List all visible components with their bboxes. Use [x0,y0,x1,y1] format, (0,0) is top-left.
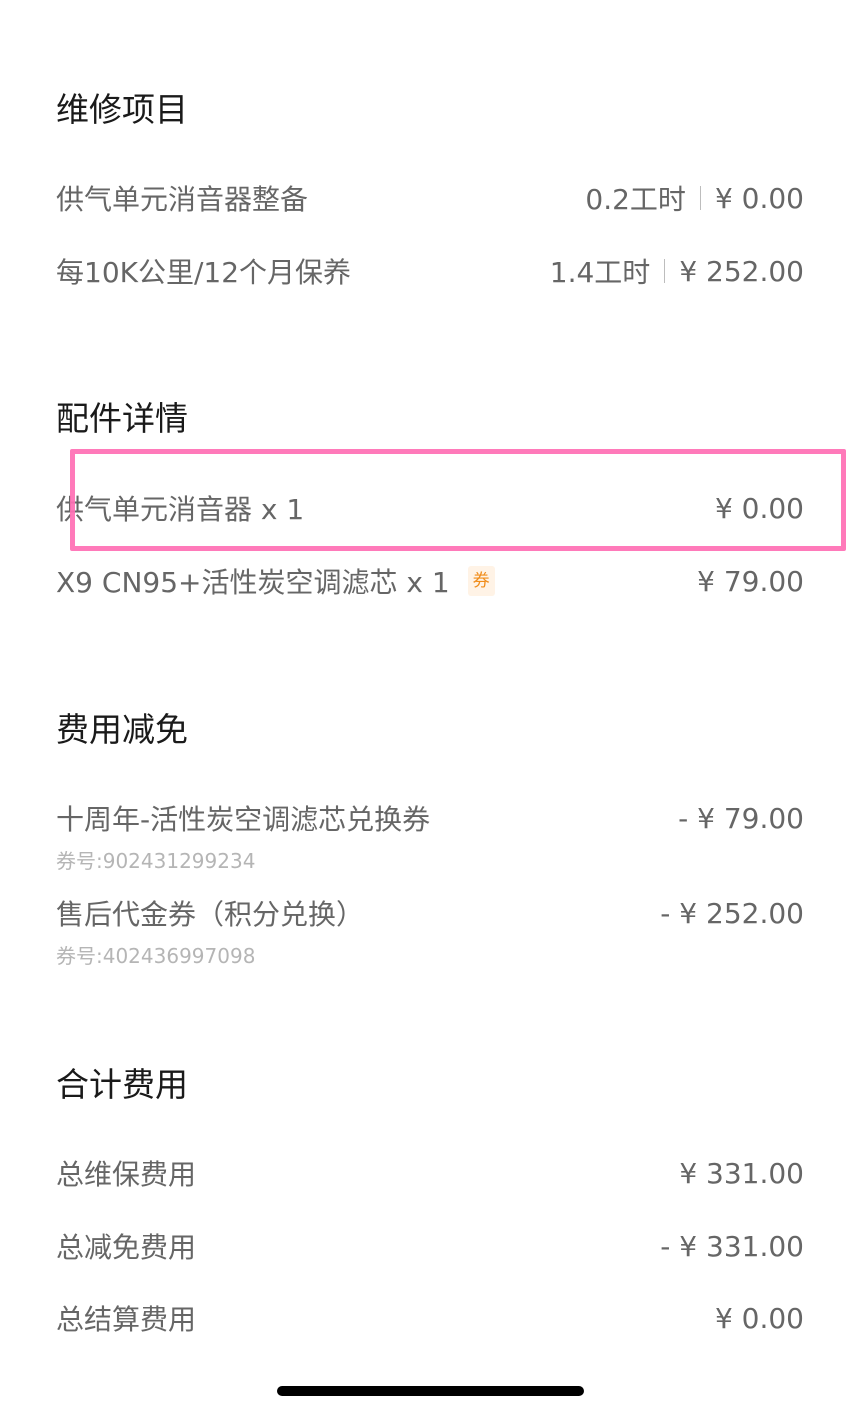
discount-item-code: 券号:402436997098 [56,944,256,968]
total-label: 总维保费用 [56,1158,197,1191]
repair-section-title: 维修项目 [56,90,188,129]
parts-item-row: 供气单元消音器 x 1 ¥ 0.00 [56,488,804,528]
parts-item-name: 供气单元消音器 x 1 [56,493,305,526]
parts-item-label: X9 CN95+活性炭空调滤芯 x 1 券 [56,561,495,601]
discount-item-name: 十周年-活性炭空调滤芯兑换券 [56,803,431,836]
parts-item-price: ¥ 0.00 [714,491,804,525]
discount-item-row: 十周年-活性炭空调滤芯兑换券 - ¥ 79.00 [56,798,804,838]
home-indicator[interactable] [277,1386,584,1396]
parts-section-title: 配件详情 [56,399,188,438]
total-value: ¥ 0.00 [714,1301,804,1335]
repair-item-row: 每10K公里/12个月保养 1.4工时 ¥ 252.00 [56,251,804,291]
repair-item-hours: 1.4工时 [549,256,651,289]
discount-item-row: 售后代金券（积分兑换） - ¥ 252.00 [56,893,804,933]
repair-item-value: 1.4工时 ¥ 252.00 [550,251,804,291]
total-row-maintenance: 总维保费用 ¥ 331.00 [56,1153,804,1193]
parts-item-row[interactable]: X9 CN95+活性炭空调滤芯 x 1 券 ¥ 79.00 [56,561,804,601]
discount-item-price: - ¥ 79.00 [678,801,804,835]
discount-item-code: 券号:902431299234 [56,849,256,873]
parts-item-name: X9 CN95+活性炭空调滤芯 x 1 [56,566,450,599]
parts-item-price: ¥ 79.00 [697,564,804,598]
total-value: ¥ 331.00 [679,1156,804,1190]
total-value: - ¥ 331.00 [660,1229,804,1263]
repair-item-name: 每10K公里/12个月保养 [56,256,352,289]
repair-item-price: ¥ 0.00 [714,181,804,215]
total-label: 总减免费用 [56,1231,197,1264]
repair-item-price: ¥ 252.00 [679,254,804,288]
discounts-section-title: 费用减免 [56,710,188,749]
total-label: 总结算费用 [56,1303,197,1336]
total-row-discount: 总减免费用 - ¥ 331.00 [56,1226,804,1266]
discount-item-price: - ¥ 252.00 [660,896,804,930]
repair-item-hours: 0.2工时 [585,183,686,216]
discount-item-name: 售后代金券（积分兑换） [56,898,365,931]
totals-section-title: 合计费用 [56,1065,188,1104]
repair-item-name: 供气单元消音器整备 [56,183,309,216]
coupon-tag: 券 [467,566,495,596]
value-divider [664,259,666,283]
repair-item-value: 0.2工时 ¥ 0.00 [585,178,804,218]
value-divider [699,186,701,210]
total-row-settlement: 总结算费用 ¥ 0.00 [56,1298,804,1338]
repair-item-row: 供气单元消音器整备 0.2工时 ¥ 0.00 [56,178,804,218]
